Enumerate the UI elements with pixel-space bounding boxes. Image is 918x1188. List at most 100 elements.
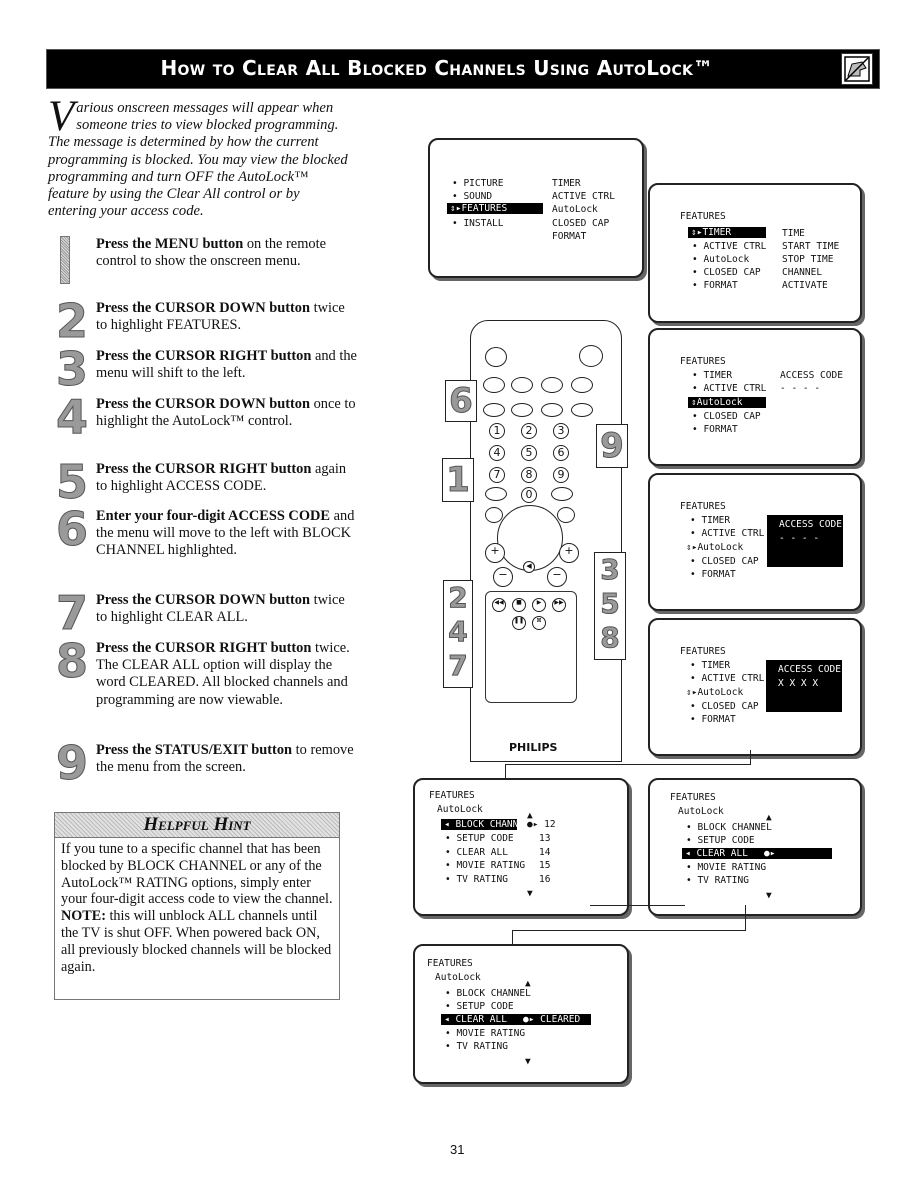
menu-item: • FORMAT — [690, 569, 736, 580]
scroll-down-icon: ▼ — [525, 1056, 531, 1067]
access-code-value: X X X X — [778, 678, 819, 689]
menu-item: • ACTIVE CTRL — [692, 383, 767, 394]
menu-item: • CLOSED CAP — [690, 701, 759, 712]
menu-item: • SETUP CODE — [686, 835, 755, 846]
menu-subheading: AutoLock — [678, 806, 724, 817]
menu-item-highlighted: ⇕▸FEATURES — [447, 203, 543, 214]
access-code-label: ACCESS CODE — [780, 370, 843, 381]
key-7[interactable]: 7 — [489, 467, 505, 483]
menu-heading: FEATURES — [429, 790, 475, 801]
menu-item: • CLOSED CAP — [690, 556, 759, 567]
exit-button[interactable] — [557, 507, 575, 523]
clock-button[interactable] — [571, 377, 593, 393]
key-5[interactable]: 5 — [521, 445, 537, 461]
callout-step-stack: 3 5 8 — [594, 552, 626, 660]
ch-down-button[interactable]: − — [547, 567, 567, 587]
picture-button[interactable] — [551, 487, 573, 501]
menu-heading: FEATURES — [670, 792, 716, 803]
menu-item: • FORMAT — [692, 424, 738, 435]
active-control-button[interactable] — [511, 377, 533, 393]
key-4[interactable]: 4 — [489, 445, 505, 461]
channel-number: 15 — [539, 860, 551, 871]
submenu-item: ACTIVATE — [782, 280, 828, 291]
menu-button[interactable] — [485, 507, 503, 523]
menu-item-highlighted: ⇕▸TIMER — [688, 227, 766, 238]
step-action: Press the CURSOR DOWN button — [96, 592, 311, 608]
step-action: Enter your four-digit ACCESS CODE — [96, 508, 331, 524]
freeze-button[interactable]: ⊠ — [532, 616, 546, 630]
stop-button[interactable]: ■ — [512, 598, 526, 612]
intro-text: arious onscreen messages will appear whe… — [48, 100, 348, 220]
surf-button[interactable] — [511, 403, 533, 417]
fast-forward-button[interactable]: ▶▶ — [552, 598, 566, 612]
scroll-down-icon: ▼ — [766, 890, 772, 901]
power-button[interactable] — [579, 345, 603, 367]
menu-panel-block-channel: FEATURES AutoLock ▲ ◂ BLOCK CHANNEL • SE… — [413, 778, 629, 916]
mute-icon[interactable]: ◀ — [523, 561, 535, 573]
key-3[interactable]: 3 — [553, 423, 569, 439]
key-2[interactable]: 2 — [521, 423, 537, 439]
menu-panel-access-empty: FEATURES • TIMER • ACTIVE CTRL ⇕▸AutoLoc… — [648, 473, 862, 611]
menu-item: • FORMAT — [690, 714, 736, 725]
menu-item: • SETUP CODE — [445, 833, 514, 844]
rec-button[interactable] — [483, 403, 505, 417]
submenu-item: TIME — [782, 228, 805, 239]
connector-line — [505, 764, 506, 778]
key-1[interactable]: 1 — [489, 423, 505, 439]
step-number: 4 — [56, 390, 89, 444]
rewind-button[interactable]: ◀◀ — [492, 598, 506, 612]
cc-button[interactable] — [541, 377, 563, 393]
menu-heading: FEATURES — [680, 646, 726, 657]
pause-button[interactable]: ❚❚ — [512, 616, 526, 630]
drop-cap: V — [48, 93, 75, 140]
menu-subheading: AutoLock — [437, 804, 483, 815]
menu-item: • TV RATING — [686, 875, 749, 886]
helpful-hint-box: Helpful Hint If you tune to a specific c… — [54, 812, 340, 1000]
menu-item: • FORMAT — [692, 280, 738, 291]
step-action: Press the CURSOR RIGHT button — [96, 348, 312, 364]
play-button[interactable]: ▶ — [532, 598, 546, 612]
access-code-value: - - - - — [780, 383, 821, 394]
ch-up-button[interactable]: + — [559, 543, 579, 563]
vol-up-button[interactable]: + — [485, 543, 505, 563]
step-number — [60, 236, 70, 284]
menu-panel-clear-all: FEATURES AutoLock ▲ • BLOCK CHANNEL • SE… — [648, 778, 862, 916]
key-8[interactable]: 8 — [521, 467, 537, 483]
submenu-item: TIMER — [552, 178, 581, 189]
menu-item-highlighted: ◂ CLEAR ALL ●▸ — [682, 848, 832, 859]
av-button[interactable] — [483, 377, 505, 393]
access-code-value: - - - - — [779, 533, 820, 544]
menu-item: • INSTALL — [452, 218, 504, 229]
menu-subheading: AutoLock — [435, 972, 481, 983]
menu-item: ⇕▸AutoLock — [686, 687, 744, 698]
sleep-button[interactable] — [485, 347, 507, 367]
title-bar: How to Clear All Blocked Channels Using … — [46, 49, 880, 89]
key-9[interactable]: 9 — [553, 467, 569, 483]
step-action: Press the STATUS/EXIT button — [96, 742, 293, 758]
key-0[interactable]: 0 — [521, 487, 537, 503]
access-code-label: ACCESS CODE — [779, 519, 842, 530]
vol-down-button[interactable]: − — [493, 567, 513, 587]
access-code-box: ACCESS CODE - - - - — [767, 515, 843, 567]
tv-vcr-button[interactable] — [571, 403, 593, 417]
page-number: 31 — [450, 1142, 465, 1157]
connector-line — [590, 905, 685, 906]
note-label: NOTE: — [61, 908, 106, 925]
step-number: 3 — [56, 342, 89, 396]
menu-panel-autolock: FEATURES • TIMER • ACTIVE CTRL ⇕AutoLock… — [648, 328, 862, 466]
menu-panel-main: • PICTURE • SOUND ⇕▸FEATURES • INSTALL T… — [428, 138, 644, 278]
program-list-button[interactable] — [541, 403, 563, 417]
key-6[interactable]: 6 — [553, 445, 569, 461]
callout-step: 6 — [445, 380, 477, 422]
channel-number: 13 — [539, 833, 551, 844]
no-hand-icon — [841, 53, 873, 85]
menu-item: • CLEAR ALL — [445, 847, 508, 858]
menu-item: • SOUND — [452, 191, 493, 202]
menu-panel-cleared: FEATURES AutoLock ▲ • BLOCK CHANNEL • SE… — [413, 944, 629, 1084]
sound-button[interactable] — [485, 487, 507, 501]
step-action: Press the MENU button — [96, 236, 244, 252]
menu-item: • SETUP CODE — [445, 1001, 514, 1012]
menu-item: • TIMER — [690, 515, 731, 526]
access-code-box: ACCESS CODE X X X X — [766, 660, 842, 712]
menu-panel-access-filled: FEATURES • TIMER • ACTIVE CTRL ⇕▸AutoLoc… — [648, 618, 862, 756]
